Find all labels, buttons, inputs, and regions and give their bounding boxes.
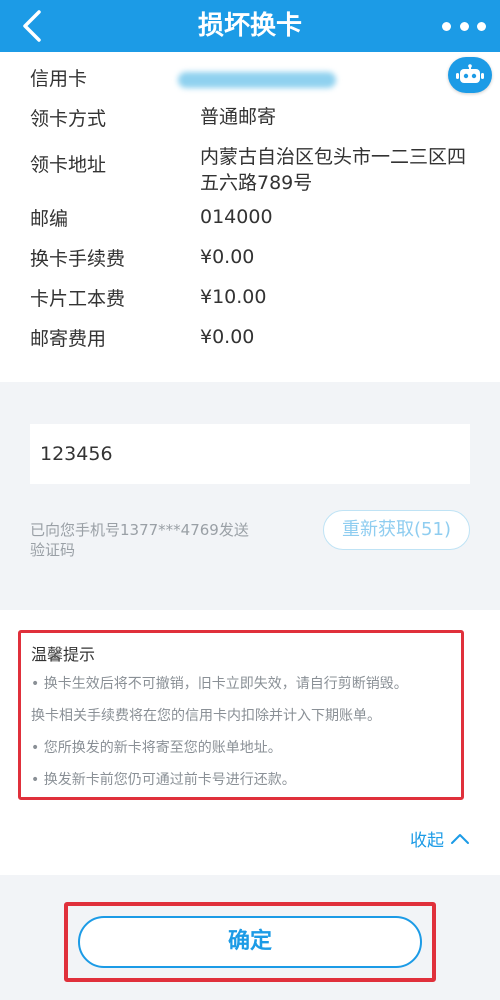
info-label: 换卡手续费 [30,248,126,270]
sms-sent-note: 已向您手机号1377***4769发送验证码 [30,521,249,559]
info-label: 邮编 [30,208,69,230]
robot-icon [456,64,484,83]
info-value: 普通邮寄 [200,106,277,128]
info-label: 信用卡 [30,68,88,90]
assistant-button[interactable] [448,57,492,93]
more-dots-icon [477,21,486,31]
footer: 确定 [0,875,500,1000]
info-value: ¥10.00 [200,286,267,308]
collapse-button[interactable]: 收起 [410,826,470,851]
confirm-button[interactable]: 确定 [78,916,422,968]
resend-code-button[interactable]: 重新获取(51) [323,510,470,550]
tips-box: 温馨提示 • 换卡生效后将不可撤销，旧卡立即失效，请自行剪断销毁。 换卡相关手续… [18,630,464,800]
more-dots-icon [459,21,469,31]
more-button[interactable] [442,10,486,42]
page-title: 损坏换卡 [197,11,302,41]
info-label: 卡片工本费 [30,288,126,310]
more-dots-icon [442,21,451,31]
tip-item: • 您所换发的新卡将寄至您的账单地址。 [31,740,282,756]
chevron-up-icon [451,833,469,844]
collapse-label: 收起 [410,831,444,851]
info-value: ¥0.00 [200,246,255,268]
info-value: ¥0.00 [200,326,255,348]
tip-item: 换卡相关手续费将在您的信用卡内扣除并计入下期账单。 [31,708,381,724]
info-label: 领卡方式 [30,108,107,130]
nav-bar: 损坏换卡 [0,0,500,52]
verification-section: 已向您手机号1377***4769发送验证码 重新获取(51) [0,382,500,610]
info-value: 内蒙古自治区包头市一二三区四五六路789号 [200,146,467,194]
tip-item: • 换卡生效后将不可撤销，旧卡立即失效，请自行剪断销毁。 [31,676,408,692]
card-info-section: 信用卡 领卡方式 普通邮寄 领卡地址 内蒙古自治区包头市一二三区四五六路789号… [0,52,500,382]
chevron-left-icon [23,10,41,42]
info-label: 邮寄费用 [30,328,107,350]
back-button[interactable] [12,6,52,46]
tip-item: • 换发新卡前您仍可通过前卡号进行还款。 [31,772,296,788]
tips-section: 温馨提示 • 换卡生效后将不可撤销，旧卡立即失效，请自行剪断销毁。 换卡相关手续… [0,610,500,875]
masked-card-number [178,72,336,88]
verification-code-input[interactable] [30,424,470,484]
tips-title: 温馨提示 [31,645,96,664]
info-value: 014000 [200,206,273,228]
info-label: 领卡地址 [30,154,107,176]
